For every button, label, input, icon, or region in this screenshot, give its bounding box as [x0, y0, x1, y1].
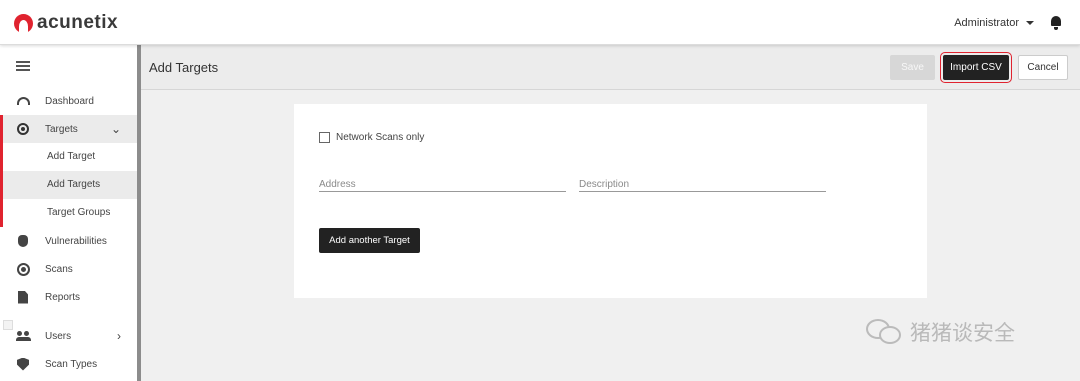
chevron-down-icon[interactable]: ⌄	[111, 122, 121, 136]
sidebar-item-reports[interactable]: Reports	[0, 283, 137, 311]
import-csv-button[interactable]: Import CSV	[940, 52, 1012, 83]
report-document-icon	[16, 290, 30, 304]
dashboard-gauge-icon	[16, 94, 30, 108]
sidebar-item-label: Reports	[45, 291, 81, 303]
sidebar-item-vulnerabilities[interactable]: Vulnerabilities	[0, 227, 137, 255]
network-scans-only-checkbox[interactable]	[319, 132, 330, 143]
bell-icon[interactable]	[1050, 16, 1062, 30]
add-another-target-button[interactable]: Add another Target	[319, 228, 420, 253]
watermark-text: 猪猪谈安全	[910, 321, 1015, 345]
sidebar-item-label: Users	[45, 330, 72, 342]
sidebar-item-label: Scan Types	[45, 358, 98, 370]
bug-icon	[16, 234, 30, 248]
user-menu[interactable]: Administrator	[954, 16, 1062, 30]
hamburger-menu-icon[interactable]	[16, 61, 30, 71]
target-icon	[16, 122, 30, 136]
wechat-icon	[866, 317, 904, 347]
sidebar-item-label: Vulnerabilities	[45, 235, 107, 247]
sidebar-subitem-target-groups[interactable]: Target Groups	[0, 199, 137, 227]
sidebar-subitem-add-target[interactable]: Add Target	[0, 143, 137, 171]
sidebar-item-dashboard[interactable]: Dashboard	[0, 87, 137, 115]
top-header: acunetix Administrator	[0, 0, 1080, 45]
logo-text: acunetix	[37, 12, 119, 33]
radar-icon	[16, 262, 30, 276]
sidebar: Dashboard Targets ⌄ Add Target Add Targe…	[0, 45, 137, 381]
description-input[interactable]	[579, 179, 826, 190]
sidebar-item-label: Dashboard	[45, 95, 94, 107]
sidebar-subitem-add-targets[interactable]: Add Targets	[0, 171, 137, 199]
user-name[interactable]: Administrator	[954, 17, 1019, 29]
add-targets-card: Network Scans only Add another Target	[294, 104, 927, 298]
sidebar-subitem-label: Target Groups	[47, 207, 111, 218]
sidebar-subitem-label: Add Targets	[47, 179, 101, 190]
acunetix-logo-icon	[14, 13, 33, 33]
sidebar-scrollbar[interactable]	[137, 45, 141, 381]
sidebar-item-users[interactable]: Users ›	[0, 322, 137, 350]
network-scans-only-option[interactable]: Network Scans only	[319, 132, 424, 143]
sidebar-subitem-label: Add Target	[47, 151, 96, 162]
address-field-wrapper	[319, 174, 566, 192]
users-icon	[16, 329, 31, 343]
sidebar-item-scans[interactable]: Scans	[0, 255, 137, 283]
sidebar-item-label: Targets	[45, 123, 78, 135]
cancel-button[interactable]: Cancel	[1018, 55, 1068, 80]
network-scans-only-label: Network Scans only	[336, 132, 425, 143]
sidebar-item-label: Scans	[45, 263, 73, 275]
page-header-bar: Add Targets Save Import CSV Cancel	[141, 45, 1080, 90]
watermark: 猪猪谈安全	[866, 317, 1015, 347]
sidebar-item-targets[interactable]: Targets ⌄	[0, 115, 137, 143]
acunetix-logo[interactable]: acunetix	[14, 12, 118, 34]
chevron-right-icon[interactable]: ›	[117, 329, 121, 343]
shield-icon	[16, 357, 30, 371]
caret-down-icon[interactable]	[1026, 21, 1034, 25]
sidebar-item-scan-types[interactable]: Scan Types	[0, 350, 137, 378]
page-title: Add Targets	[149, 60, 219, 75]
address-input[interactable]	[319, 179, 566, 190]
description-field-wrapper	[579, 174, 826, 192]
save-button[interactable]: Save	[890, 55, 935, 80]
